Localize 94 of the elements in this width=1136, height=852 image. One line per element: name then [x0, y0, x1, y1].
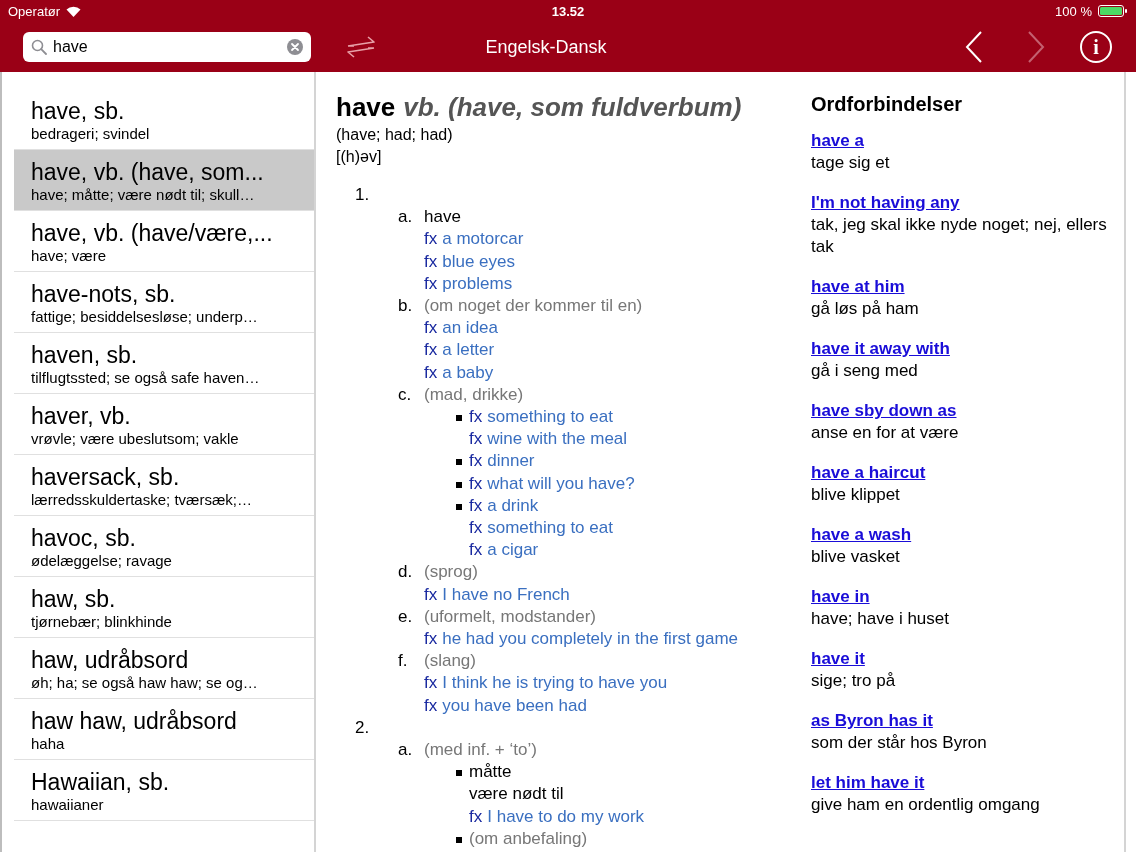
- sense-number: 1.: [355, 185, 370, 204]
- clock-time: 13.52: [551, 3, 585, 19]
- usage-note: (slang): [424, 650, 476, 673]
- example-phrase: fx I think he is trying to have you: [424, 673, 668, 693]
- bullet-icon: [456, 415, 462, 422]
- result-item[interactable]: haw, udråbsord øh; ha; se også haw haw; se og…: [14, 638, 314, 699]
- back-icon[interactable]: [964, 30, 984, 64]
- translation-text: måtte: [469, 761, 512, 784]
- phrase-meaning: som der står hos Byron: [811, 732, 988, 754]
- example-phrase: fx something to eat: [469, 517, 613, 540]
- clear-icon[interactable]: [287, 39, 303, 55]
- phrase-meaning: blive klippet: [811, 484, 901, 506]
- result-item[interactable]: haversack, sb. lærredsskuldertaske; tværsæk;…: [14, 455, 314, 516]
- example-phrase: fx an idea: [424, 318, 498, 338]
- result-item[interactable]: haven, sb. tilflugtssted; se også safe haven…: [14, 333, 314, 394]
- info-button[interactable]: i: [1080, 31, 1112, 63]
- phrase-link[interactable]: have a haircut: [811, 463, 926, 482]
- usage-note: (mad, drikke): [424, 383, 524, 406]
- result-item[interactable]: have, vb. (have, som... have; måtte; være nødt til; skull…: [14, 150, 314, 211]
- example-phrase: fx a motorcar: [424, 229, 524, 249]
- result-item[interactable]: haw, sb. tjørnebær; blinkhinde: [14, 577, 314, 638]
- bullet-icon: [456, 770, 462, 777]
- result-item[interactable]: haver, vb. vrøvle; være ubeslutsom; vakle: [14, 394, 314, 455]
- sense-number: 2.: [355, 717, 370, 737]
- pronunciation: [(h)əv]: [336, 147, 383, 167]
- result-item[interactable]: have, vb. (have/være,... have; være: [14, 211, 314, 272]
- phrase-link[interactable]: have sby down as: [811, 401, 957, 420]
- usage-note: (om anbefaling): [469, 827, 588, 850]
- headword: have: [336, 92, 396, 122]
- usage-note: (sprog): [424, 561, 478, 584]
- example-phrase: fx what will you have?: [469, 472, 635, 495]
- phrase-meaning: anse en for at være: [811, 422, 960, 444]
- translation-text: have: [424, 206, 461, 229]
- inflection-forms: (have; had; had): [336, 125, 454, 145]
- bullet-icon: [456, 459, 462, 466]
- result-item[interactable]: have-nots, sb. fattige; besiddelsesløse; underp…: [14, 272, 314, 333]
- phrase-meaning: give ham en ordentlig omgang: [811, 794, 1041, 816]
- swap-arrows-icon[interactable]: [344, 35, 378, 59]
- phrase-link[interactable]: I'm not having any: [811, 193, 960, 212]
- translation-text: være nødt til: [469, 783, 564, 806]
- phrase-link[interactable]: as Byron has it: [811, 711, 933, 730]
- usage-note: (uformelt, modstander): [424, 605, 596, 628]
- carrier-name: Operatør: [8, 3, 60, 19]
- wifi-icon: [66, 5, 81, 17]
- bullet-icon: [456, 836, 462, 843]
- usage-note: (med inf. + ‘to’): [424, 739, 537, 762]
- example-phrase: fx I have no French: [424, 584, 570, 604]
- phrase-link[interactable]: have it: [811, 649, 865, 668]
- result-item[interactable]: havoc, sb. ødelæggelse; ravage: [14, 516, 314, 577]
- subsense-letter: a.: [398, 206, 414, 229]
- bullet-icon: [456, 503, 462, 510]
- subsense-letter: c.: [398, 383, 413, 406]
- phrase-link[interactable]: have a wash: [811, 525, 912, 544]
- battery-percent: 100 %: [1055, 3, 1092, 19]
- phrase-meaning: blive vasket: [811, 546, 901, 568]
- example-phrase: fx problems: [424, 273, 513, 293]
- phrase-link[interactable]: have it away with: [811, 339, 950, 358]
- phrase-link[interactable]: have a: [811, 131, 864, 150]
- example-phrase: fx blue eyes: [424, 251, 515, 271]
- example-phrase: fx dinner: [469, 450, 535, 473]
- forward-icon[interactable]: [1026, 30, 1046, 64]
- phrase-meaning: tage sig et: [811, 152, 891, 174]
- subsense-letter: e.: [398, 605, 414, 628]
- example-phrase: fx something to eat: [469, 406, 613, 429]
- usage-note: (om noget der kommer til en): [424, 295, 643, 317]
- phrase-link[interactable]: have at him: [811, 277, 905, 296]
- phrase-link[interactable]: have in: [811, 587, 870, 606]
- example-phrase: fx I have to do my work: [469, 805, 645, 828]
- example-phrase: fx a baby: [424, 362, 494, 382]
- phrase-meaning: tak, jeg skal ikke nyde noget; nej, ellers tak: [811, 214, 1108, 258]
- battery-icon: [1098, 5, 1128, 17]
- search-field[interactable]: have: [23, 32, 311, 62]
- phrase-meaning: gå løs på ham: [811, 298, 920, 320]
- example-phrase: fx you have been had: [424, 695, 587, 715]
- phrase-meaning: sige; tro på: [811, 670, 897, 692]
- phrase-meaning: have; have i huset: [811, 608, 950, 630]
- example-phrase: fx wine with the meal: [469, 428, 628, 451]
- result-item[interactable]: Hawaiian, sb. hawaiianer: [14, 760, 314, 821]
- example-phrase: fx a letter: [424, 340, 495, 360]
- result-item[interactable]: haw haw, udråbsord haha: [14, 699, 314, 760]
- phrases-heading: Ordforbindelser: [811, 92, 964, 116]
- example-phrase: fx a drink: [469, 494, 539, 517]
- search-icon: [31, 39, 47, 55]
- subsense-letter: a.: [398, 739, 414, 762]
- dictionary-title: Engelsk-Dansk: [484, 36, 608, 58]
- example-phrase: fx a cigar: [469, 539, 539, 562]
- phrase-meaning: gå i seng med: [811, 360, 919, 382]
- subsense-letter: b.: [398, 295, 414, 317]
- phrase-link[interactable]: let him have it: [811, 773, 925, 792]
- bullet-icon: [456, 481, 462, 488]
- example-phrase: fx he had you completely in the first game: [424, 629, 738, 649]
- subsense-letter: f.: [398, 650, 409, 673]
- subsense-letter: d.: [398, 561, 414, 584]
- part-of-speech: vb. (have, som fuldverbum): [403, 92, 742, 122]
